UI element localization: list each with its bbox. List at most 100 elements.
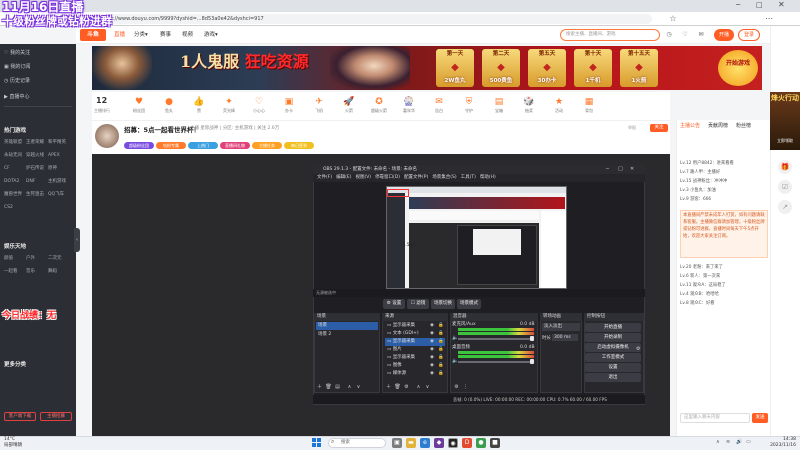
chrome-icon[interactable]: ● xyxy=(476,438,486,448)
taskbar-search[interactable]: 搜索 xyxy=(328,438,386,448)
star-icon[interactable]: ☆ xyxy=(668,14,678,24)
douyu-taskbar-icon[interactable]: D xyxy=(462,438,472,448)
obs-control-button[interactable]: 启动虚拟摄像机 xyxy=(585,343,641,352)
gift-item-icon[interactable]: ▤ xyxy=(491,96,507,108)
gift-item-icon[interactable]: ✪ xyxy=(371,96,387,108)
sidebar-ent-item[interactable]: 一起看 xyxy=(4,267,26,276)
gift-icon[interactable]: 🎁 xyxy=(778,160,792,174)
obs-minimize-icon[interactable]: ─ xyxy=(606,166,609,172)
source-item[interactable]: ▭ 显示器采集 xyxy=(385,354,445,362)
chat-tab-weekly[interactable]: 贡献周榜 xyxy=(708,122,728,129)
sidebar-hot-game[interactable]: 英雄联盟 xyxy=(4,138,26,147)
nav-events[interactable]: 赛事 xyxy=(160,31,171,39)
sidebar-item-live-center[interactable]: ▶ 直播中心 xyxy=(4,92,72,103)
mixer-channel-1-knob[interactable] xyxy=(530,336,534,341)
room-tag[interactable]: 每日签到 xyxy=(284,142,314,149)
sidebar-hot-game[interactable]: APEX xyxy=(48,151,70,160)
sidebar-hot-game[interactable]: 炉石传说 xyxy=(26,164,48,173)
chat-tab-fans[interactable]: 粉丝榜 xyxy=(736,122,751,129)
visibility-eye-icon[interactable]: ◉ xyxy=(430,354,434,362)
gift-item-icon[interactable]: 🎡 xyxy=(401,96,417,108)
streamer-recruit-button[interactable]: 主播招募 xyxy=(40,412,72,421)
window-close-icon[interactable]: ✕ xyxy=(778,0,785,9)
visibility-eye-icon[interactable]: ◉ xyxy=(430,338,434,346)
lock-icon[interactable]: 🔒 xyxy=(438,354,444,362)
report-link[interactable]: 举报 xyxy=(628,125,636,131)
virtual-cam-settings-icon[interactable]: ⚙ xyxy=(636,346,640,352)
obs-close-icon[interactable]: ✕ xyxy=(630,166,634,172)
speaker-icon[interactable]: 🔈 xyxy=(452,335,458,341)
chat-input[interactable]: 这里输入聊天内容 xyxy=(680,413,750,423)
sidebar-ent-item[interactable]: 户外 xyxy=(26,254,48,263)
visibility-eye-icon[interactable]: ◉ xyxy=(430,346,434,354)
gift-item-icon[interactable]: ✦ xyxy=(221,96,237,108)
room-tag[interactable]: 超级粉丝团 xyxy=(124,142,154,149)
lock-icon[interactable]: 🔒 xyxy=(438,330,444,338)
sidebar-ent-item[interactable]: 音乐 xyxy=(26,267,48,276)
sidebar-section-hot[interactable]: 热门游戏 xyxy=(4,126,72,137)
lock-icon[interactable]: 🔒 xyxy=(438,362,444,370)
task-view-icon[interactable]: ▣ xyxy=(392,438,402,448)
weather-widget[interactable]: 14°C 局部晴朗 xyxy=(4,437,22,449)
visibility-eye-icon[interactable]: ◉ xyxy=(430,330,434,338)
room-tag[interactable]: 主播任务 xyxy=(252,142,282,149)
site-search-input[interactable]: 搜索主播、直播间、游戏 xyxy=(560,29,660,41)
obs-control-button[interactable]: 开始直播 xyxy=(585,323,641,332)
sidebar-hot-game[interactable]: 主机游戏 xyxy=(48,177,70,186)
site-logo[interactable]: 斗鱼 xyxy=(80,29,106,41)
obs-menu-item[interactable]: 帮助(H) xyxy=(476,175,496,180)
share-icon[interactable]: ↗ xyxy=(778,200,792,214)
nav-live[interactable]: 直播 xyxy=(114,31,125,39)
add-source-icon[interactable]: ＋ xyxy=(385,384,392,391)
sidebar-item-subscriptions[interactable]: ▣ 我的订阅 xyxy=(4,62,72,73)
sidebar-hot-game[interactable]: 魔兽世界 xyxy=(4,190,26,199)
source-item[interactable]: ▭ 图像 xyxy=(385,362,445,370)
gift-item-icon[interactable]: 🎲 xyxy=(521,96,537,108)
gift-item-icon[interactable]: ▣ xyxy=(281,96,297,108)
obs-scene-mode-button[interactable]: 场景模式 xyxy=(457,299,481,309)
sidebar-section-ent[interactable]: 娱乐天地 xyxy=(4,242,72,253)
file-explorer-icon[interactable]: ▬ xyxy=(406,438,416,448)
sidebar-hot-game[interactable]: DOTA2 xyxy=(4,177,26,186)
window-minimize-icon[interactable]: ─ xyxy=(736,1,740,9)
source-down-icon[interactable]: ∨ xyxy=(424,384,431,391)
volume-icon[interactable]: 🔊 xyxy=(736,439,742,445)
message-icon[interactable]: ✉ xyxy=(696,30,706,40)
source-item[interactable]: ▭ 显示器采集 xyxy=(385,338,445,346)
obs-menu-item[interactable]: 工具(T) xyxy=(457,175,476,180)
room-tag[interactable]: 直播间礼物 xyxy=(220,142,250,149)
mixer-channel-1-slider[interactable] xyxy=(458,338,534,340)
open-live-button[interactable]: 开播 xyxy=(714,29,734,41)
gift-item-icon[interactable]: ♡ xyxy=(251,96,267,108)
client-download-button[interactable]: 客户端下载 xyxy=(4,412,36,421)
app-icon[interactable]: ■ xyxy=(490,438,500,448)
room-tag[interactable]: 上热门 xyxy=(188,142,218,149)
windows-start-icon[interactable] xyxy=(312,438,322,448)
visibility-eye-icon[interactable]: ◉ xyxy=(430,362,434,370)
source-item[interactable]: ▭ 图片 xyxy=(385,346,445,354)
sidebar-item-history[interactable]: ◷ 历史记录 xyxy=(4,76,72,87)
sidebar-hot-game[interactable]: DNF xyxy=(26,177,48,186)
gift-item-icon[interactable]: ▦ xyxy=(581,96,597,108)
follow-list-icon[interactable]: ♡ xyxy=(680,30,690,40)
obs-control-button[interactable]: 设置 xyxy=(585,363,641,372)
obs-preview-canvas[interactable]: 1.5 px xyxy=(386,186,567,289)
sidebar-hot-game[interactable]: 原神 xyxy=(48,164,70,173)
url-field[interactable]: https://www.douyu.com/9999?dyshid=...8d5… xyxy=(92,14,652,24)
obs-menu-item[interactable]: 场景集合(S) xyxy=(428,175,456,180)
obs-menu-item[interactable]: 文件(F) xyxy=(313,175,332,180)
lock-icon[interactable]: 🔒 xyxy=(438,322,444,330)
sidebar-ent-item[interactable]: 颜值 xyxy=(4,254,26,263)
mixer-channel-0-slider[interactable] xyxy=(458,361,534,363)
login-button[interactable]: 登录 xyxy=(738,29,760,41)
lock-icon[interactable]: 🔒 xyxy=(438,370,444,378)
sidebar-ent-item[interactable]: 舞蹈 xyxy=(48,267,70,276)
sidebar-hot-game[interactable]: CS2 xyxy=(4,203,26,212)
scene-item[interactable]: 场景 2 xyxy=(316,331,378,339)
sidebar-hot-game[interactable]: 生死狙击 xyxy=(26,190,48,199)
source-item[interactable]: ▭ 显示器采集 xyxy=(385,322,445,330)
room-tag[interactable]: 钻粉专属 xyxy=(156,142,186,149)
mixer-channel-0-knob[interactable] xyxy=(530,359,534,364)
scene-up-icon[interactable]: ∧ xyxy=(346,384,353,391)
obs-control-button[interactable]: 开始录制 xyxy=(585,333,641,342)
